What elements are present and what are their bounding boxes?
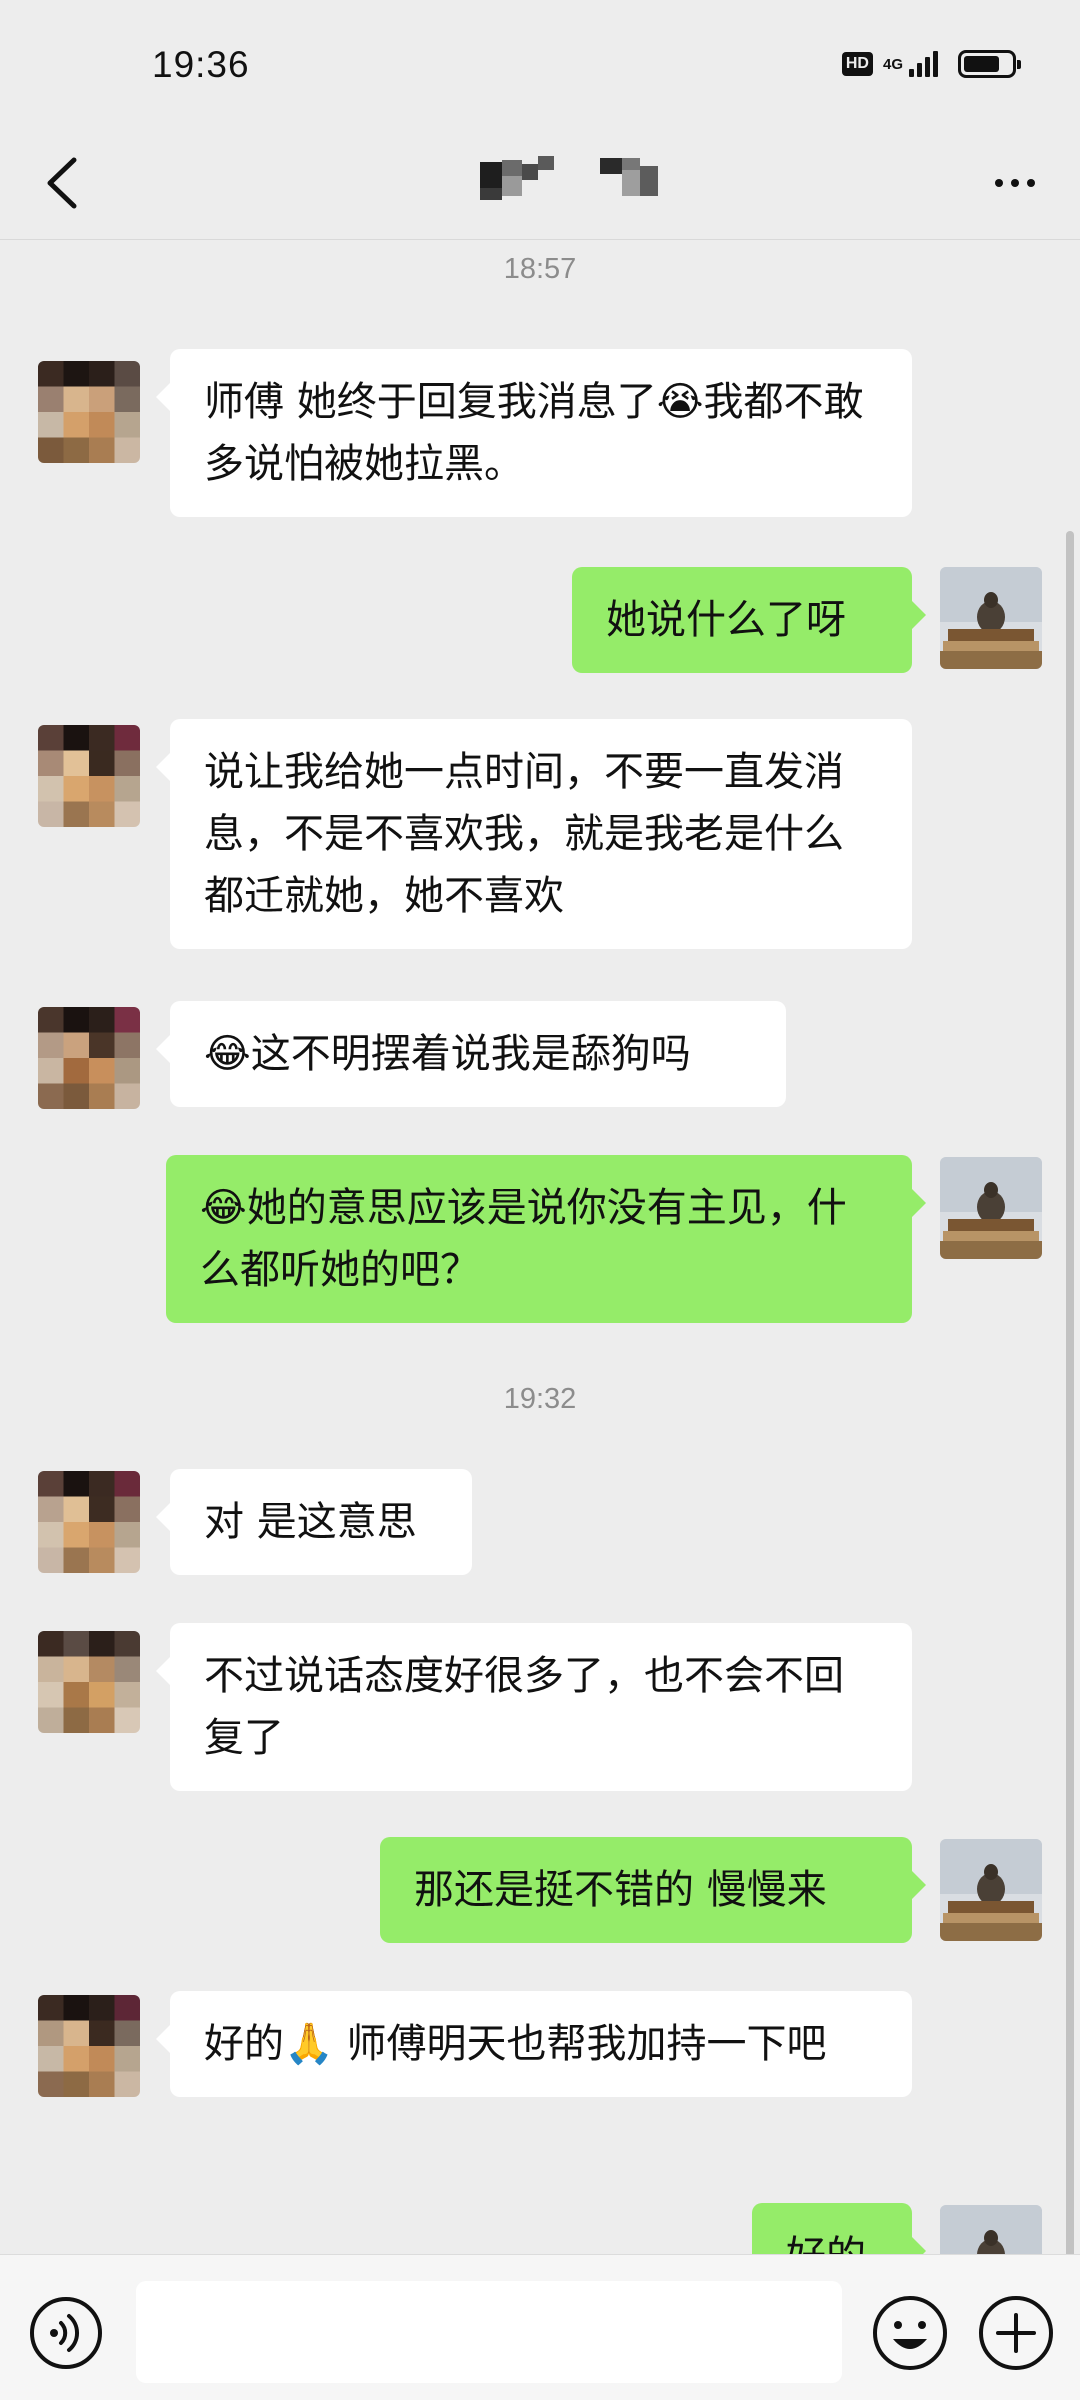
my-avatar[interactable] bbox=[940, 2205, 1042, 2254]
chat-message-list[interactable]: 18:57 师傅 她终于回复我消息了😭我都不敢多说怕被她拉黑。 她说什么了呀 说… bbox=[0, 241, 1080, 2254]
pixelated-avatar bbox=[38, 361, 140, 463]
pixelated-avatar bbox=[38, 1007, 140, 1109]
voice-input-icon bbox=[30, 2297, 102, 2369]
message-bubble-received[interactable]: 不过说话态度好很多了，也不会不回复了 bbox=[156, 1623, 912, 1791]
contact-avatar[interactable] bbox=[38, 725, 140, 827]
more-button[interactable] bbox=[980, 148, 1050, 218]
message-bubble-sent[interactable]: 那还是挺不错的 慢慢来 bbox=[380, 1837, 926, 1943]
voice-input-button[interactable] bbox=[28, 2295, 104, 2371]
status-bar: 19:36 HD 4G bbox=[0, 0, 1080, 130]
pixelated-avatar bbox=[38, 1995, 140, 2097]
message-bubble-received[interactable]: 说让我给她一点时间，不要一直发消息，不是不喜欢我，就是我老是什么都迁就她，她不喜… bbox=[156, 719, 912, 949]
pixelated-avatar bbox=[38, 725, 140, 827]
chat-timestamp: 18:57 bbox=[503, 253, 577, 285]
pixelated-avatar bbox=[38, 1471, 140, 1573]
my-avatar[interactable] bbox=[940, 567, 1042, 669]
message-bubble-received[interactable]: 😂这不明摆着说我是舔狗吗 bbox=[156, 1001, 786, 1107]
my-avatar[interactable] bbox=[940, 1839, 1042, 1941]
buddha-statue-avatar bbox=[940, 1157, 1042, 1259]
back-button[interactable] bbox=[30, 148, 100, 218]
battery-icon bbox=[958, 50, 1021, 78]
buddha-statue-avatar bbox=[940, 1839, 1042, 1941]
contact-avatar[interactable] bbox=[38, 1995, 140, 2097]
status-icons: HD 4G bbox=[841, 50, 1021, 78]
mosaic-placeholder bbox=[480, 156, 658, 200]
status-time: 19:36 bbox=[152, 44, 250, 85]
contact-avatar[interactable] bbox=[38, 361, 140, 463]
more-dot bbox=[1027, 179, 1035, 187]
plus-circle-icon bbox=[979, 2296, 1053, 2370]
buddha-statue-avatar bbox=[940, 567, 1042, 669]
pixelated-avatar bbox=[38, 1631, 140, 1733]
contact-avatar[interactable] bbox=[38, 1631, 140, 1733]
network-type: 4G bbox=[882, 55, 903, 73]
message-bubble-received[interactable]: 对 是这意思 bbox=[156, 1469, 472, 1575]
chevron-left-icon bbox=[47, 157, 77, 209]
contact-avatar[interactable] bbox=[38, 1471, 140, 1573]
message-bubble-sent[interactable]: 她说什么了呀 bbox=[572, 567, 926, 673]
message-bubble-received[interactable]: 好的🙏 师傅明天也帮我加持一下吧 bbox=[156, 1991, 912, 2097]
message-bubble-received[interactable]: 师傅 她终于回复我消息了😭我都不敢多说怕被她拉黑。 bbox=[156, 349, 912, 517]
message-input[interactable] bbox=[136, 2281, 842, 2383]
battery-level bbox=[964, 56, 999, 72]
more-dot bbox=[995, 179, 1003, 187]
message-bubble-sent[interactable]: 😂她的意思应该是说你没有主见，什么都听她的吧？ bbox=[166, 1155, 926, 1323]
chat-timestamp: 19:32 bbox=[503, 1383, 577, 1415]
my-avatar[interactable] bbox=[940, 1157, 1042, 1259]
contact-avatar[interactable] bbox=[38, 1007, 140, 1109]
input-bar bbox=[0, 2254, 1080, 2400]
emoji-button[interactable] bbox=[870, 2293, 950, 2373]
more-dot bbox=[1011, 179, 1019, 187]
chat-title-redacted bbox=[480, 152, 690, 212]
chat-scrollbar[interactable] bbox=[1066, 531, 1074, 2254]
buddha-statue-avatar bbox=[940, 2205, 1042, 2254]
emoji-icon bbox=[873, 2296, 947, 2370]
chat-header bbox=[0, 130, 1080, 240]
hd-icon: HD bbox=[841, 52, 873, 76]
more-functions-button[interactable] bbox=[976, 2293, 1056, 2373]
signal-icon bbox=[909, 51, 938, 77]
message-bubble-sent[interactable]: 好的 bbox=[752, 2203, 926, 2254]
